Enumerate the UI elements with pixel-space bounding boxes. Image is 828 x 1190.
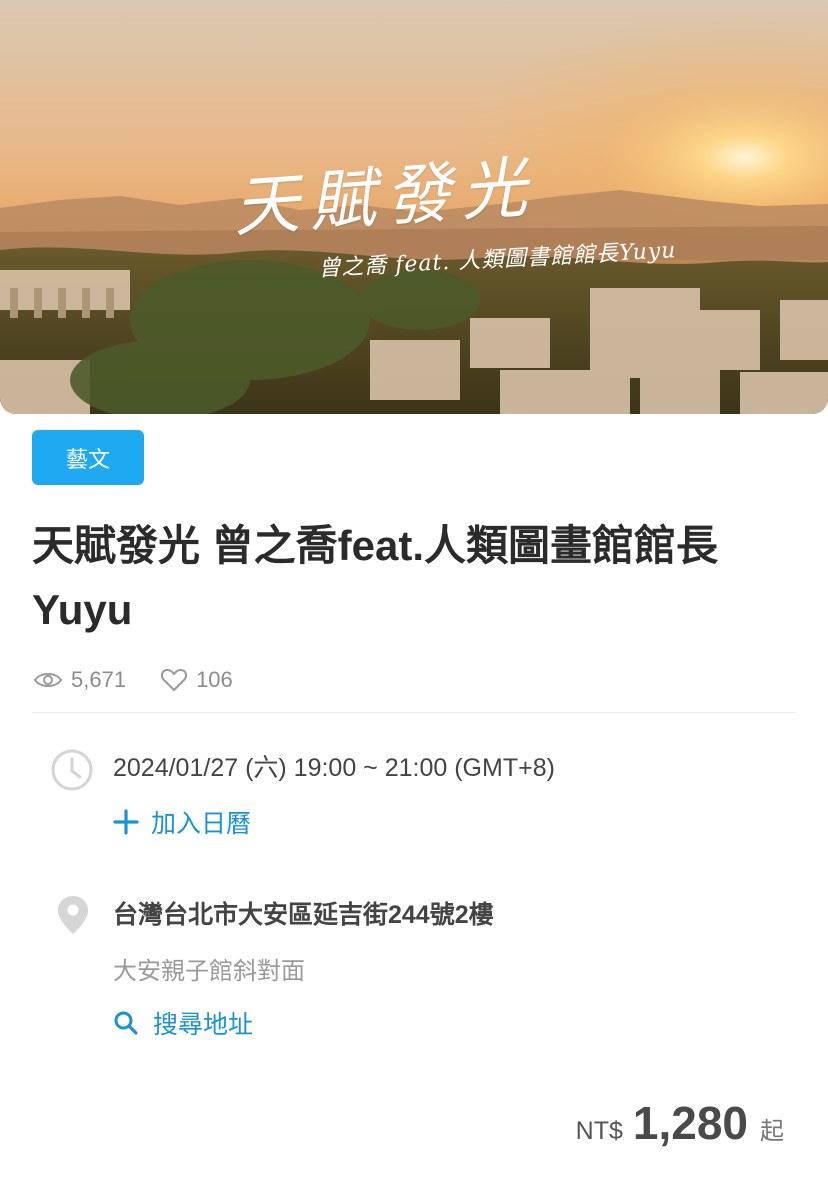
event-title: 天賦發光 曾之喬feat.人類圖畫館館長Yuyu [32,522,719,633]
divider [32,712,796,713]
plus-icon [113,809,139,835]
event-banner-image: 天賦發光 曾之喬 feat. 人類圖書館館長Yuyu [0,0,828,414]
add-to-calendar-label: 加入日曆 [151,810,252,838]
search-address-label: 搜尋地址 [153,1011,254,1039]
price-suffix: 起 [760,1118,784,1145]
event-stats: 5,671 106 [33,664,267,696]
address-note: 大安親子館斜對面 [113,958,305,985]
search-address-link[interactable]: 搜尋地址 [113,1005,253,1041]
price-currency: NT$ [575,1117,623,1145]
view-count: 5,671 [33,667,126,693]
category-badge[interactable]: 藝文 [32,430,144,485]
clock-icon [51,749,93,791]
price-amount: 1,280 [632,1097,748,1149]
event-address: 台灣台北市大安區延吉街244號2樓 [113,901,494,929]
heart-icon[interactable] [160,668,188,692]
view-count-value: 5,671 [71,667,127,692]
like-count-value: 106 [196,667,233,692]
event-datetime: 2024/01/27 (六) 19:00 ~ 21:00 (GMT+8) [113,754,555,782]
eye-icon [33,673,63,687]
location-pin-icon [58,896,88,934]
like-count[interactable]: 106 [160,667,233,693]
ticket-price: NT$ 1,280 起 [576,1096,784,1150]
search-icon [114,1011,138,1035]
add-to-calendar-link[interactable]: 加入日曆 [113,804,251,840]
